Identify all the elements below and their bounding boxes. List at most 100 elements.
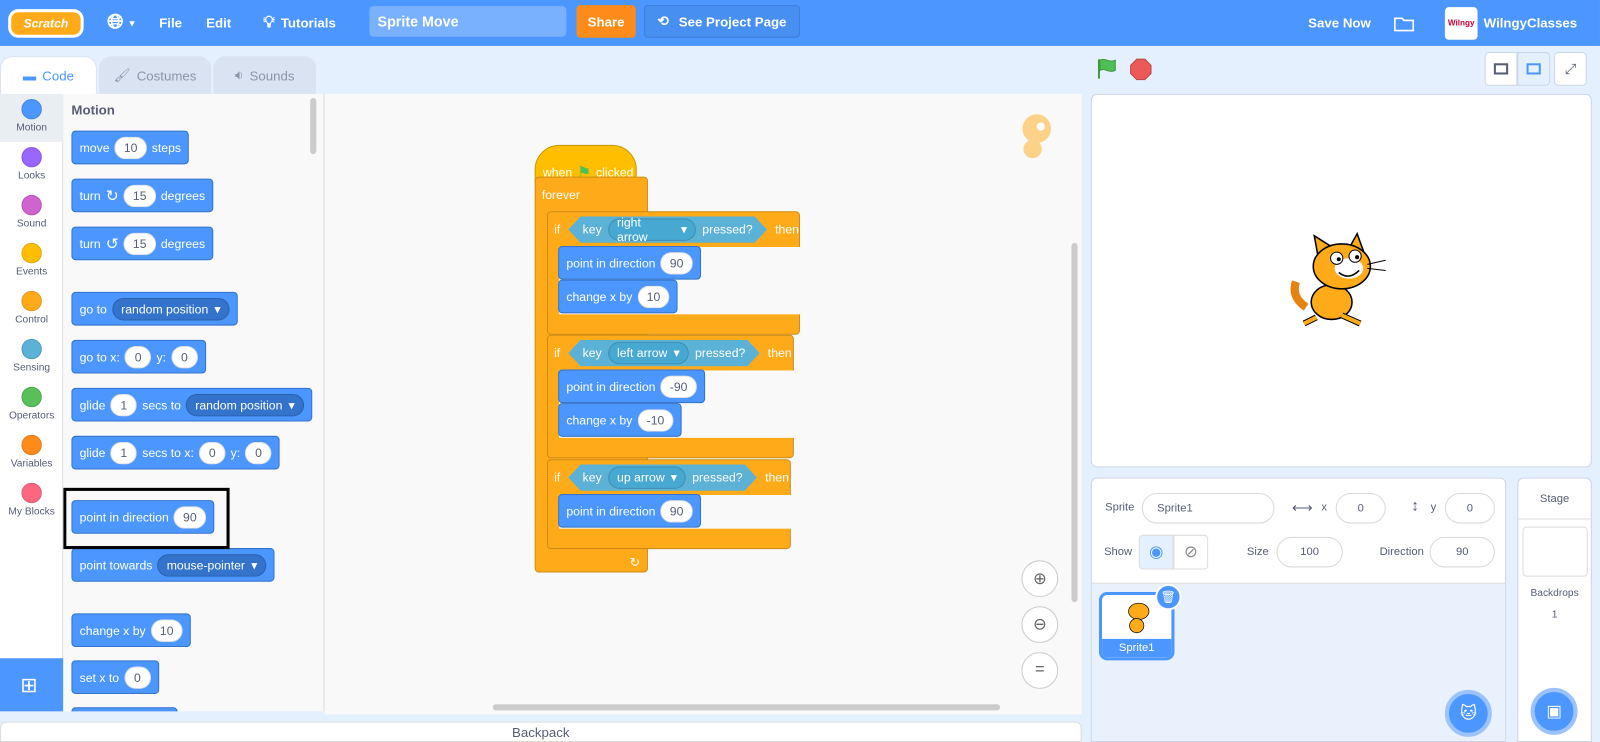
palette-block[interactable]: go to random position ▾ — [71, 291, 238, 326]
category-sensing[interactable]: Sensing — [0, 334, 63, 382]
block-text: then — [765, 470, 789, 485]
category-variables[interactable]: Variables — [0, 430, 63, 478]
share-button[interactable]: Share — [576, 5, 636, 38]
sprite-watermark-icon — [1010, 110, 1059, 172]
palette-block[interactable]: glide 1 secs to random position ▾ — [71, 387, 313, 422]
palette-block[interactable]: change x by 10 — [71, 613, 191, 648]
script-motion-block[interactable]: change x by 10 — [558, 279, 678, 314]
number-input[interactable]: 10 — [150, 618, 183, 642]
dropdown-input[interactable]: random position ▾ — [186, 393, 304, 416]
script-motion-block[interactable]: point in direction 90 — [558, 245, 701, 280]
account-menu[interactable]: Wilngy WilngyClasses ▼ — [1444, 0, 1600, 46]
zoom-out-button[interactable]: ⊖ — [1021, 606, 1059, 643]
category-label: Control — [15, 314, 49, 326]
category-events[interactable]: Events — [0, 238, 63, 286]
stage-selector-pane[interactable]: Stage Backdrops 1 ▣ — [1517, 477, 1592, 742]
number-input[interactable]: 0 — [124, 345, 152, 368]
sprite-name-input[interactable]: Sprite1 — [1141, 492, 1275, 524]
tutorials-button[interactable]: 💡︎ Tutorials — [263, 0, 336, 46]
number-input[interactable]: 0 — [245, 441, 272, 464]
edit-menu[interactable]: Edit — [206, 0, 231, 46]
script-area[interactable]: ⊕ ⊖ = when ⚑ clicked forever ↻ if key right arr… — [324, 93, 1082, 715]
stage-canvas[interactable] — [1090, 93, 1592, 468]
key-dropdown[interactable]: left arrow ▾ — [608, 342, 689, 364]
tab-code[interactable]: ▬ Code — [0, 56, 97, 94]
y-input[interactable]: 0 — [1444, 492, 1495, 524]
scratch-logo[interactable]: Scratch — [8, 0, 84, 46]
palette-scrollbar[interactable] — [310, 97, 317, 155]
script-motion-block[interactable]: change x by -10 — [558, 403, 682, 437]
add-sprite-button[interactable]: 🐱︎ — [1444, 689, 1492, 737]
number-input[interactable]: 10 — [637, 285, 670, 308]
palette-block-partial[interactable] — [71, 707, 178, 712]
block-text: if — [554, 222, 561, 237]
palette-block[interactable]: go to x: 0 y: 0 — [71, 339, 206, 374]
palette-block[interactable]: turn ↻ 15 degrees — [71, 178, 214, 213]
key-dropdown[interactable]: right arrow ▾ — [608, 218, 696, 240]
category-control[interactable]: Control — [0, 286, 63, 334]
number-input[interactable]: 1 — [110, 393, 138, 416]
tab-sounds[interactable]: 🔉︎ Sounds — [213, 56, 317, 94]
small-stage-button[interactable] — [1484, 52, 1518, 86]
tab-costumes[interactable]: 🖌︎ Costumes — [98, 56, 212, 94]
key-dropdown[interactable]: up arrow ▾ — [608, 466, 686, 488]
number-input[interactable]: 90 — [660, 251, 693, 275]
category-operators[interactable]: Operators — [0, 382, 63, 430]
category-sound[interactable]: Sound — [0, 190, 63, 238]
file-menu[interactable]: File — [159, 0, 182, 46]
cat-sprite[interactable] — [1286, 226, 1398, 338]
category-label: Motion — [16, 122, 47, 134]
stop-button[interactable] — [1130, 58, 1152, 86]
key-pressed-condition[interactable]: key right arrow ▾ pressed? — [568, 216, 767, 243]
direction-input[interactable]: 90 — [1429, 536, 1495, 568]
dropdown-input[interactable]: random position ▾ — [111, 297, 230, 320]
fullscreen-button[interactable]: ⤢ — [1554, 52, 1587, 86]
green-flag-button[interactable] — [1096, 57, 1118, 85]
category-looks[interactable]: Looks — [0, 142, 63, 190]
my-stuff-folder-icon[interactable] — [1394, 0, 1415, 46]
number-input[interactable]: 90 — [660, 499, 693, 523]
hide-sprite-button[interactable]: ⊘ — [1173, 534, 1209, 570]
delete-sprite-button[interactable]: 🗑︎ — [1155, 583, 1182, 611]
large-stage-button[interactable] — [1517, 52, 1550, 86]
show-sprite-button[interactable]: ◉ — [1138, 534, 1174, 570]
zoom-reset-button[interactable]: = — [1021, 652, 1059, 689]
palette-block[interactable]: turn ↺ 15 degrees — [71, 226, 214, 261]
stage-thumbnail[interactable] — [1522, 526, 1588, 577]
backpack-bar[interactable]: Backpack — [0, 721, 1082, 742]
number-input[interactable]: 10 — [114, 136, 147, 159]
add-backdrop-button[interactable]: ▣ — [1530, 687, 1578, 735]
number-input[interactable]: 0 — [124, 665, 151, 689]
size-input[interactable]: 100 — [1276, 536, 1343, 568]
key-pressed-condition[interactable]: key left arrow ▾ pressed? — [568, 340, 759, 367]
number-input[interactable]: 1 — [110, 441, 138, 464]
dropdown-input[interactable]: mouse-pointer ▾ — [157, 553, 267, 577]
number-input[interactable]: -90 — [660, 375, 697, 398]
palette-block[interactable]: point towards mouse-pointer ▾ — [71, 548, 275, 582]
category-my-blocks[interactable]: My Blocks — [0, 478, 63, 526]
see-project-page-button[interactable]: ⟲ See Project Page — [643, 5, 800, 38]
language-menu[interactable]: 🌐︎ ▼ — [107, 0, 137, 46]
zoom-in-button[interactable]: ⊕ — [1021, 560, 1059, 598]
number-input[interactable]: 15 — [123, 232, 156, 255]
project-title-input[interactable]: Sprite Move — [369, 6, 567, 37]
block-text: degrees — [160, 188, 206, 203]
number-input[interactable]: -10 — [637, 408, 674, 432]
dropdown-value: left arrow — [617, 345, 668, 361]
horizontal-scrollbar[interactable] — [492, 704, 1000, 711]
palette-block[interactable]: glide 1 secs to x: 0 y: 0 — [71, 435, 280, 470]
block-text: key — [582, 345, 602, 361]
add-extension-button[interactable]: ⊞ — [0, 658, 64, 712]
script-motion-block[interactable]: point in direction -90 — [558, 369, 705, 404]
x-input[interactable]: 0 — [1335, 492, 1386, 524]
category-motion[interactable]: Motion — [0, 93, 64, 142]
number-input[interactable]: 15 — [123, 184, 156, 207]
palette-block[interactable]: set x to 0 — [71, 660, 159, 695]
palette-block[interactable]: move 10 steps — [71, 130, 190, 165]
save-now-button[interactable]: Save Now — [1308, 0, 1371, 46]
vertical-scrollbar[interactable] — [1071, 242, 1078, 603]
number-input[interactable]: 0 — [171, 345, 198, 368]
number-input[interactable]: 0 — [199, 441, 226, 464]
script-motion-block[interactable]: point in direction 90 — [558, 493, 701, 528]
key-pressed-condition[interactable]: key up arrow ▾ pressed? — [568, 464, 757, 491]
